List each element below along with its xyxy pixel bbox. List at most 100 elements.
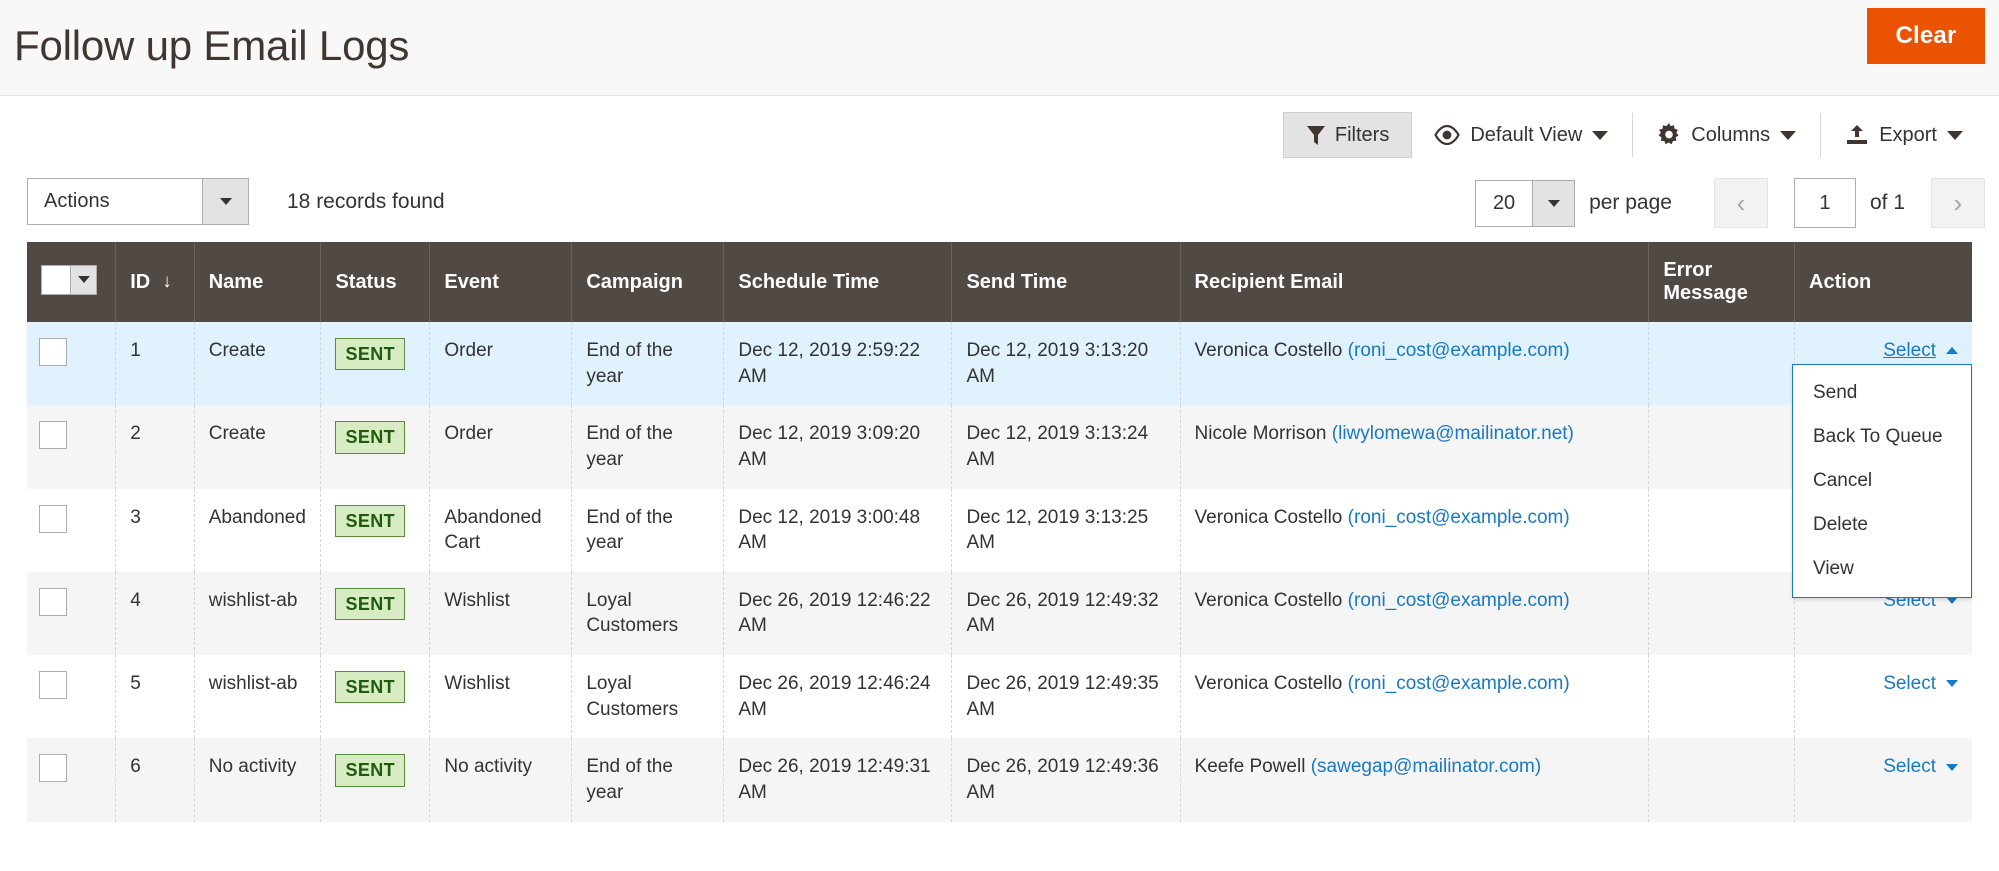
action-menu-item[interactable]: Send	[1793, 371, 1971, 415]
row-checkbox[interactable]	[39, 338, 67, 366]
chevron-left-icon: ‹	[1736, 187, 1746, 218]
cell-schedule-time: Dec 26, 2019 12:49:31 AM	[723, 738, 953, 822]
row-checkbox-cell[interactable]	[27, 488, 117, 572]
cell-action[interactable]: Select	[1794, 738, 1972, 822]
cell-action[interactable]: Select	[1794, 655, 1972, 739]
recipient-email-link[interactable]: (sawegap@mailinator.com)	[1311, 756, 1542, 777]
table-row[interactable]: 1 Create SENT Order End of the year Dec 12, 2…	[27, 322, 1972, 406]
per-page-select[interactable]: 20	[1475, 179, 1576, 227]
cell-id: 1	[115, 322, 195, 406]
action-menu-item[interactable]: Back To Queue	[1793, 415, 1971, 459]
cell-event: Order	[429, 405, 573, 489]
row-checkbox-cell[interactable]	[27, 655, 117, 739]
row-checkbox[interactable]	[39, 504, 67, 533]
page-header: Follow up Email Logs Clear	[0, 0, 1999, 96]
column-header-send-time[interactable]: Send Time	[951, 242, 1181, 322]
cell-id: 4	[115, 571, 195, 656]
cell-error-message	[1648, 405, 1796, 489]
cell-error-message	[1648, 655, 1796, 739]
cell-name: Create	[194, 405, 322, 489]
chevron-up-icon	[1946, 347, 1958, 355]
cell-status: SENT	[320, 488, 431, 572]
columns-label: Columns	[1691, 123, 1771, 146]
cell-schedule-time: Dec 12, 2019 3:00:48 AM	[723, 488, 953, 572]
cell-event: Abandoned Cart	[429, 488, 573, 572]
row-action-select-label: Select	[1883, 673, 1936, 695]
action-menu-item[interactable]: Delete	[1793, 503, 1971, 547]
recipient-email-link[interactable]: (roni_cost@example.com)	[1348, 590, 1570, 611]
default-view-dropdown[interactable]: Default View	[1412, 112, 1630, 158]
mass-actions-select[interactable]: Actions	[27, 178, 249, 225]
chevron-down-icon	[77, 276, 90, 283]
filters-label: Filters	[1334, 123, 1390, 146]
row-action-select-link[interactable]: Select	[1883, 754, 1958, 780]
column-header-status[interactable]: Status	[320, 242, 431, 322]
cell-status: SENT	[320, 738, 431, 822]
cell-event: Wishlist	[429, 655, 573, 739]
cell-event: Wishlist	[429, 571, 573, 656]
funnel-icon	[1306, 125, 1326, 146]
table-row[interactable]: 6 No activity SENT No activity End of the ye…	[27, 738, 1972, 822]
status-badge: SENT	[335, 671, 406, 704]
row-checkbox-cell[interactable]	[27, 405, 117, 489]
column-header-id[interactable]: ID ↓	[115, 242, 195, 322]
column-header-checkbox[interactable]	[27, 242, 117, 322]
recipient-email-link[interactable]: (roni_cost@example.com)	[1348, 673, 1570, 694]
column-header-error-message[interactable]: Error Message	[1648, 242, 1796, 322]
recipient-name: Keefe Powell	[1194, 756, 1306, 778]
row-checkbox[interactable]	[39, 587, 67, 616]
toolbar-actions: Filters Default View Columns Export	[1282, 112, 1985, 158]
per-page-label: per page	[1589, 191, 1672, 214]
status-badge: SENT	[335, 421, 406, 454]
row-action-select-link[interactable]: Select	[1883, 338, 1958, 364]
column-header-schedule-time[interactable]: Schedule Time	[723, 242, 953, 322]
action-menu-item[interactable]: Cancel	[1793, 459, 1971, 503]
recipient-email-link[interactable]: (liwylomewa@mailinator.net)	[1332, 423, 1574, 444]
chevron-down-icon	[1946, 680, 1958, 688]
current-page-input[interactable]	[1793, 178, 1856, 228]
table-row[interactable]: 4 wishlist-ab SENT Wishlist Loyal Customers D…	[27, 571, 1972, 656]
cell-campaign: End of the year	[571, 405, 725, 489]
chevron-down-icon	[1946, 763, 1958, 771]
toolbar-divider	[1632, 113, 1634, 157]
row-checkbox-cell[interactable]	[27, 738, 117, 822]
table-row[interactable]: 2 Create SENT Order End of the year Dec 12, 2…	[27, 405, 1972, 489]
mass-actions-toggle[interactable]	[202, 179, 248, 224]
cell-error-message	[1648, 488, 1796, 572]
row-checkbox[interactable]	[39, 671, 67, 700]
row-checkbox[interactable]	[39, 421, 67, 450]
clear-button[interactable]: Clear	[1867, 8, 1985, 64]
column-header-name[interactable]: Name	[194, 242, 322, 322]
row-action-select-link[interactable]: Select	[1883, 671, 1958, 697]
table-row[interactable]: 5 wishlist-ab SENT Wishlist Loyal Customers D…	[27, 655, 1972, 739]
cell-name: Abandoned	[194, 488, 322, 572]
column-header-recipient-email[interactable]: Recipient Email	[1180, 242, 1650, 322]
export-dropdown[interactable]: Export	[1823, 112, 1985, 158]
select-all-dropdown-toggle[interactable]	[70, 265, 96, 294]
cell-id: 6	[115, 738, 195, 822]
row-checkbox-cell[interactable]	[27, 322, 117, 406]
row-checkbox[interactable]	[39, 754, 67, 783]
select-all-control[interactable]	[41, 264, 97, 295]
cell-send-time: Dec 12, 2019 3:13:25 AM	[951, 488, 1181, 572]
previous-page-button[interactable]: ‹	[1713, 178, 1768, 228]
recipient-email-link[interactable]: (roni_cost@example.com)	[1348, 340, 1570, 361]
select-all-checkbox[interactable]	[42, 265, 70, 294]
filters-button[interactable]: Filters	[1282, 112, 1413, 158]
cell-name: No activity	[194, 738, 322, 822]
cell-send-time: Dec 12, 2019 3:13:20 AM	[951, 322, 1181, 406]
per-page-toggle[interactable]	[1532, 180, 1575, 226]
records-found-label: 18 records found	[287, 190, 445, 213]
recipient-email-link[interactable]: (roni_cost@example.com)	[1348, 507, 1570, 528]
row-action-select-label: Select	[1883, 340, 1936, 361]
row-checkbox-cell[interactable]	[27, 571, 117, 656]
column-header-campaign[interactable]: Campaign	[571, 242, 725, 322]
table-row[interactable]: 3 Abandoned SENT Abandoned Cart End of the y…	[27, 488, 1972, 572]
column-header-event[interactable]: Event	[429, 242, 573, 322]
cell-name: wishlist-ab	[194, 655, 322, 739]
columns-dropdown[interactable]: Columns	[1635, 112, 1818, 158]
next-page-button[interactable]: ›	[1931, 178, 1985, 228]
row-action-dropdown-menu[interactable]: Send Back To Queue Cancel Delete View	[1792, 364, 1972, 598]
action-menu-item[interactable]: View	[1793, 547, 1971, 591]
chevron-down-icon	[1780, 130, 1797, 140]
